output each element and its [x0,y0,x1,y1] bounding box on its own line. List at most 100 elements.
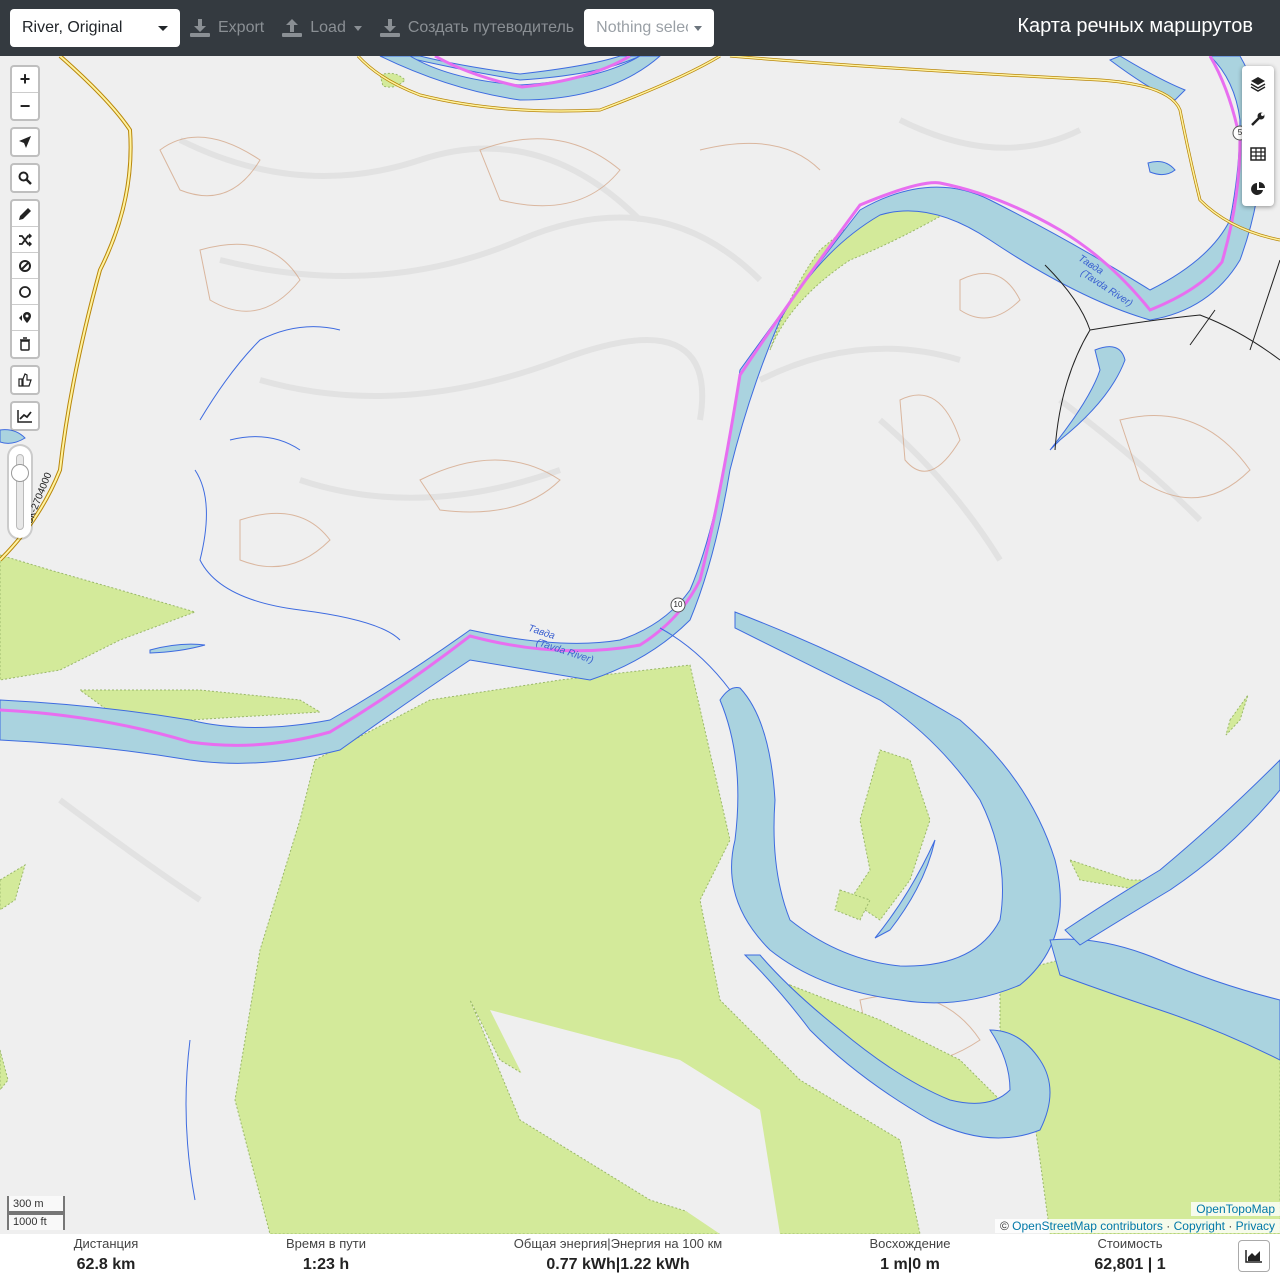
distance-number: 62.8 [76,1256,108,1273]
stat-energy-label: Общая энергия|Энергия на 100 км [513,1236,723,1251]
chevron-down-icon [694,26,703,31]
ascent-value: 1 [880,1256,890,1273]
layers-button[interactable] [1242,66,1274,101]
circle-icon [19,285,31,298]
search-icon [18,171,32,185]
energy-per-100-unit: kWh [655,1256,690,1273]
upload-icon [282,19,303,37]
cost-secondary: 1 [1156,1256,1166,1273]
energy-total-unit: kWh [581,1256,616,1273]
locate-icon [19,136,31,148]
shuffle-icon [19,232,32,247]
table-icon [1250,146,1266,161]
stat-time-label: Время в пути [286,1236,366,1251]
zoom-slider[interactable] [9,446,31,538]
map-view[interactable]: Тавда (Tavda River) Тавда (Tavda River) … [0,56,1280,1234]
time-unit: h [339,1256,350,1273]
shuffle-button[interactable] [12,227,38,253]
scale-metric: 300 m [7,1196,65,1213]
no-go-area-button[interactable] [12,253,38,279]
layer-multiselect[interactable]: Nothing selected [584,9,715,47]
elevation-profile-button[interactable] [1238,1240,1270,1272]
stat-ascent-label: Восхождение [869,1236,951,1251]
descent-unit: m [925,1256,940,1273]
stat-time-value: 1:23 h [270,1254,382,1276]
poi-button[interactable] [12,305,38,331]
stat-cost-value: 62,801 | 1 [1094,1256,1166,1273]
delete-icon [20,337,30,351]
attribution-separator: · [1166,1219,1171,1233]
wrench-icon [1251,112,1265,126]
copyright-link[interactable]: Copyright [1174,1219,1225,1233]
energy-per-100: 1.22 [620,1256,652,1273]
thumbs-up-button[interactable] [12,367,38,393]
descent-value: 0 [912,1256,922,1273]
distance-unit: km [112,1256,136,1273]
area-chart-icon [1245,1250,1262,1263]
map-canvas[interactable] [0,56,1280,1234]
privacy-link[interactable]: Privacy [1236,1219,1275,1233]
zoom-out-button[interactable]: − [12,93,38,119]
map-attribution: © OpenStreetMap contributors · Copyright… [994,1219,1280,1233]
stat-cost-label: Стоимость [1097,1236,1163,1251]
multiselect-placeholder: Nothing selected [596,19,688,36]
search-button[interactable] [12,165,38,191]
zoom-slider-handle[interactable] [11,464,29,482]
draw-icon [19,207,31,220]
draw-route-button[interactable] [12,201,38,227]
create-guide-button[interactable]: Создать путеводитель [378,9,576,47]
scale-imperial: 1000 ft [7,1213,65,1230]
locate-control [10,127,40,157]
attribution-separator: · [1228,1219,1233,1233]
zoom-control: + − [10,65,40,121]
settings-button[interactable] [1242,101,1274,136]
stat-distance: Дистанция 62.8 km [56,1236,156,1276]
time-number: 1:23 [302,1256,335,1273]
cost-value: 62,801 [1094,1256,1144,1273]
ascent-unit: m [893,1256,908,1273]
stat-ascent: Восхождение 1 m|0 m [855,1236,965,1276]
search-control [10,163,40,193]
app-title: Карта речных маршрутов [1017,15,1253,37]
poi-icon [19,311,31,323]
locate-button[interactable] [12,129,38,155]
stat-energy: Общая энергия|Энергия на 100 км 0.77 kWh… [498,1236,738,1276]
zoom-in-button[interactable]: + [12,67,38,93]
chevron-down-icon [353,25,362,31]
create-guide-label: Создать путеводитель [407,19,575,36]
download-icon [190,19,210,37]
pie-chart-icon [1251,181,1265,195]
delete-button[interactable] [12,331,38,357]
elevation-control [10,401,40,431]
analysis-button[interactable] [1242,171,1274,206]
stat-distance-value: 62.8 km [56,1254,156,1276]
stat-distance-label: Дистанция [73,1236,139,1251]
elevation-chart-button[interactable] [12,403,38,429]
right-toolbar [1242,66,1274,206]
export-button[interactable]: Export [188,9,266,47]
load-button[interactable]: Load [280,9,364,47]
profile-select-value: River, Original [22,19,123,36]
draw-toolbar [10,199,40,359]
stat-energy-value: 0.77 kWh|1.22 kWh [546,1256,690,1273]
export-label: Export [218,19,265,36]
energy-total: 0.77 [546,1256,578,1273]
profile-select[interactable]: River, Original [10,9,180,47]
chevron-down-icon [158,26,168,31]
favorite-control [10,365,40,395]
route-stats-bar: Дистанция 62.8 km Время в пути 1:23 h Об… [0,1234,1280,1280]
osm-link[interactable]: OpenStreetMap contributors [1012,1219,1163,1233]
layers-icon [1250,76,1266,92]
road-shield-10: 10 [673,600,683,609]
top-navbar: River, Original Export Load Создать путе… [0,0,1280,56]
scale-bar: 300 m 1000 ft [7,1196,65,1230]
circle-button[interactable] [12,279,38,305]
layer-attribution[interactable]: OpenTopoMap [1191,1202,1280,1216]
stat-cost: Стоимость 62,801 | 1 [1080,1236,1180,1276]
stat-time: Время в пути 1:23 h [270,1236,382,1276]
thumbs-up-icon [18,373,32,387]
stat-ascent-value: 1 m|0 m [880,1256,940,1273]
load-label: Load [310,19,346,36]
table-button[interactable] [1242,136,1274,171]
copyright-symbol: © [999,1219,1009,1233]
